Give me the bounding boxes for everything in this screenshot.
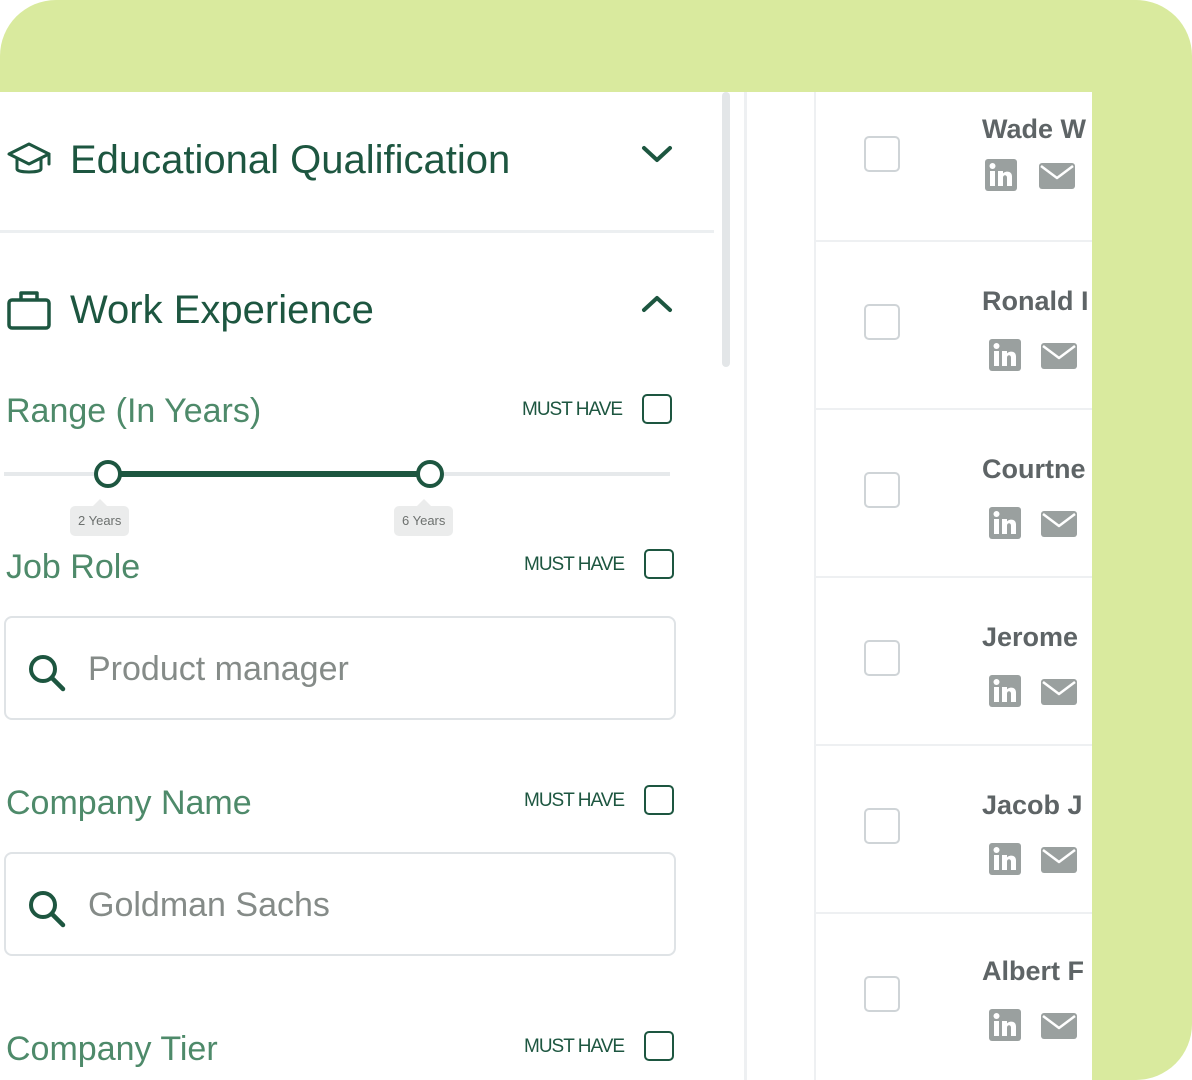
linkedin-icon[interactable] [984,158,1018,197]
job-role-search-input[interactable]: Product manager [4,616,676,720]
range-slider-fill [108,471,430,477]
graduation-cap-icon [6,140,52,185]
mail-icon[interactable] [1040,510,1078,543]
candidate-checkbox[interactable] [864,304,900,340]
must-have-label: MUST HAVE [524,790,625,811]
work-experience-header[interactable]: Work Experience [0,290,700,370]
range-min-tooltip: 2 Years [70,499,130,536]
candidate-row[interactable]: Ronald I [816,240,1092,410]
panel-divider [744,92,747,1080]
company-name-value: Goldman Sachs [88,886,330,924]
candidate-checkbox[interactable] [864,472,900,508]
candidate-row[interactable]: Jacob J [816,744,1092,914]
chevron-up-icon[interactable] [640,290,674,321]
candidate-name: Jerome [982,622,1079,652]
must-have-label: MUST HAVE [524,554,625,575]
range-must-have-checkbox[interactable] [642,394,672,424]
range-min-handle[interactable] [94,460,122,488]
must-have-label: MUST HAVE [522,399,623,420]
mail-icon[interactable] [1040,342,1078,375]
candidate-name: Courtne [982,454,1086,484]
company-name-label: Company Name [6,784,252,822]
candidate-name: Albert F [982,956,1085,986]
candidate-name: Ronald I [982,286,1089,316]
linkedin-icon[interactable] [988,674,1022,713]
work-experience-title: Work Experience [70,288,374,332]
linkedin-icon[interactable] [988,1008,1022,1047]
chevron-down-icon[interactable] [640,140,674,171]
company-name-search-input[interactable]: Goldman Sachs [4,852,676,956]
briefcase-icon [6,288,52,337]
range-label: Range (In Years) [6,392,262,430]
candidate-row[interactable]: Wade W [816,92,1092,242]
filter-scrollbar[interactable] [720,92,732,1080]
search-icon [26,888,68,935]
mail-icon[interactable] [1038,162,1076,195]
mail-icon[interactable] [1040,1012,1078,1045]
linkedin-icon[interactable] [988,842,1022,881]
linkedin-icon[interactable] [988,338,1022,377]
candidate-checkbox[interactable] [864,640,900,676]
job-role-label: Job Role [6,548,141,586]
company-name-must-have-checkbox[interactable] [644,785,674,815]
candidate-checkbox[interactable] [864,808,900,844]
company-tier-label: Company Tier [6,1030,218,1068]
must-have-label: MUST HAVE [524,1036,625,1057]
mail-icon[interactable] [1040,846,1078,879]
range-max-handle[interactable] [416,460,444,488]
range-max-tooltip: 6 Years [394,499,454,536]
candidate-name: Wade W [982,114,1086,144]
filter-panel: Educational Qualification Work Experienc… [0,92,720,1080]
educational-qualification-header[interactable]: Educational Qualification [0,140,700,220]
candidate-checkbox[interactable] [864,136,900,172]
candidate-row[interactable]: Jerome [816,576,1092,746]
candidate-checkbox[interactable] [864,976,900,1012]
job-role-must-have-checkbox[interactable] [644,549,674,579]
candidate-row[interactable]: Albert F [816,912,1092,1080]
job-role-value: Product manager [88,650,349,688]
linkedin-icon[interactable] [988,506,1022,545]
candidate-name: Jacob J [982,790,1083,820]
scrollbar-thumb[interactable] [722,92,730,367]
search-icon [26,652,68,699]
section-divider [0,230,714,233]
candidate-row[interactable]: Courtne [816,408,1092,578]
candidate-list: Wade W Ronald I Courtne Jerome Jacob J A… [814,92,1092,1080]
company-tier-must-have-checkbox[interactable] [644,1031,674,1061]
educational-qualification-title: Educational Qualification [70,138,511,182]
app-panel: Educational Qualification Work Experienc… [0,92,1092,1080]
mail-icon[interactable] [1040,678,1078,711]
